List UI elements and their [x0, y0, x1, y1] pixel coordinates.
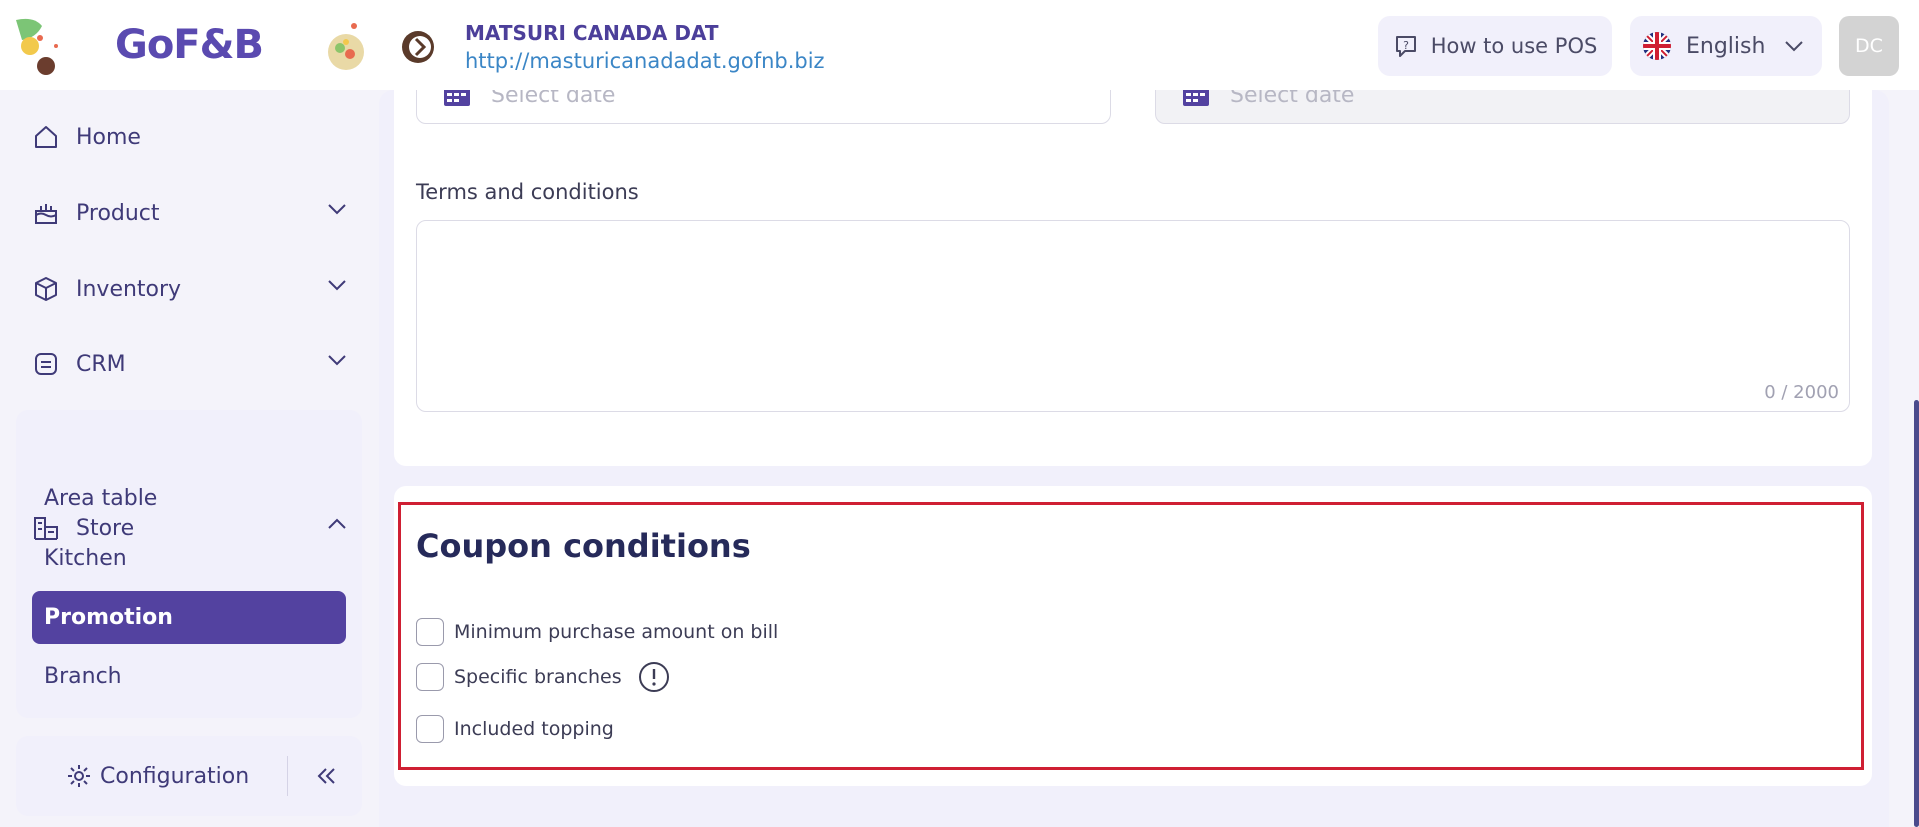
sidebar-subitem-kitchen[interactable]: Kitchen	[32, 532, 346, 585]
checkbox[interactable]	[416, 715, 444, 743]
product-icon	[35, 204, 57, 224]
condition-min-purchase[interactable]: Minimum purchase amount on bill	[416, 617, 778, 647]
store-logo	[398, 22, 442, 76]
checkbox[interactable]	[416, 618, 444, 646]
configuration-button[interactable]: Configuration	[66, 756, 249, 796]
store-logo-icon	[402, 31, 434, 63]
sidebar-item-label: CRM	[76, 351, 126, 377]
coupon-conditions-title: Coupon conditions	[416, 527, 751, 565]
sidebar-subitem-area-table[interactable]: Area table	[32, 472, 346, 525]
terms-textarea[interactable]: 0 / 2000	[416, 220, 1850, 412]
sidebar-item-inventory[interactable]: Inventory	[16, 260, 362, 318]
inventory-icon	[35, 277, 57, 301]
condition-included-topping[interactable]: Included topping	[416, 714, 614, 744]
sidebar-item-label: Product	[76, 200, 160, 226]
condition-label: Included topping	[454, 718, 614, 740]
chevron-down-icon	[328, 355, 346, 366]
character-counter: 0 / 2000	[1764, 382, 1839, 403]
sidebar-item-label: Inventory	[76, 276, 182, 302]
condition-label: Minimum purchase amount on bill	[454, 621, 779, 643]
divider	[287, 756, 288, 796]
terms-label: Terms and conditions	[416, 180, 639, 204]
chevron-down-icon	[328, 204, 346, 215]
chevron-down-icon	[1785, 41, 1803, 52]
info-icon[interactable]	[638, 661, 670, 693]
language-selector[interactable]: English	[1630, 16, 1822, 76]
how-to-use-pos-button[interactable]: ? How to use POS	[1378, 16, 1612, 76]
crm-icon	[35, 353, 57, 375]
language-label: English	[1686, 33, 1766, 59]
sidebar-subitem-branch[interactable]: Branch	[32, 650, 346, 703]
sidebar-item-product[interactable]: Product	[16, 184, 362, 242]
store-info: MATSURI CANADA DAT http://masturicanadad…	[465, 20, 825, 76]
store-name: MATSURI CANADA DAT	[465, 21, 719, 45]
configuration-bar: Configuration	[16, 736, 362, 816]
how-to-use-pos-label: How to use POS	[1430, 34, 1598, 58]
condition-specific-branches[interactable]: Specific branches	[416, 662, 670, 692]
sidebar-item-home[interactable]: Home	[16, 108, 362, 166]
gear-icon	[68, 765, 90, 787]
user-avatar[interactable]: DC	[1839, 16, 1899, 76]
svg-text:?: ?	[1403, 39, 1409, 52]
home-icon	[35, 126, 57, 148]
sidebar-item-crm[interactable]: CRM	[16, 335, 362, 393]
uk-flag-icon	[1643, 32, 1671, 60]
condition-label: Specific branches	[454, 666, 622, 688]
double-chevron-left-icon	[317, 768, 335, 784]
store-url-link[interactable]: http://masturicanadadat.gofnb.biz	[465, 46, 825, 76]
exclamation-circle-icon	[638, 662, 669, 692]
configuration-label: Configuration	[100, 763, 250, 789]
collapse-sidebar-button[interactable]	[306, 756, 346, 796]
scrollbar-thumb[interactable]	[1914, 400, 1919, 827]
checkbox[interactable]	[416, 663, 444, 691]
sidebar-item-label: Home	[76, 124, 141, 150]
sidebar-subitem-promotion[interactable]: Promotion	[32, 591, 346, 644]
chevron-down-icon	[328, 280, 346, 291]
sidebar-nav: Home Product Inventory CRM Store Area ta…	[0, 0, 372, 827]
help-chat-icon: ?	[1395, 36, 1416, 57]
